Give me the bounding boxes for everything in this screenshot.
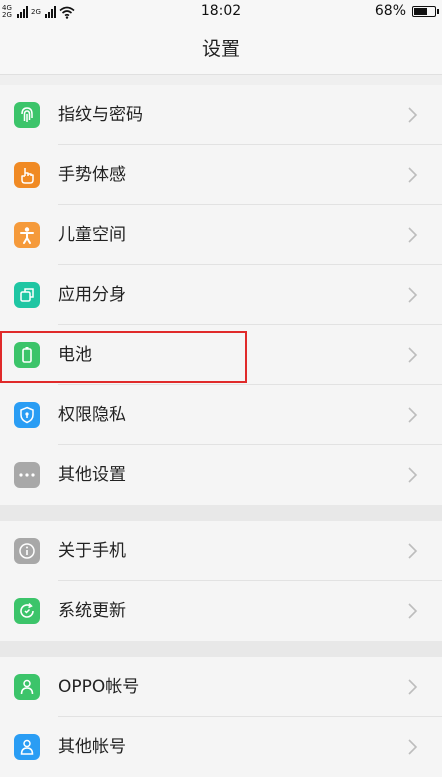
battery-status: 68% xyxy=(374,3,439,19)
app-clone-icon xyxy=(14,282,40,308)
settings-item-hand-gesture[interactable]: 手势体感 xyxy=(0,145,442,205)
more-dots-icon xyxy=(14,462,40,488)
chevron-right-icon xyxy=(406,602,418,620)
account-icon xyxy=(14,674,40,700)
chevron-right-icon xyxy=(406,226,418,244)
battery-fill xyxy=(414,7,427,15)
battery-status-icon xyxy=(412,5,439,17)
battery-percent: 68% xyxy=(374,3,406,19)
settings-item-label: 其他设置 xyxy=(58,465,126,485)
battery-icon xyxy=(14,342,40,368)
section-divider xyxy=(0,641,442,657)
section-divider xyxy=(0,505,442,521)
chevron-right-icon xyxy=(406,286,418,304)
settings-item-account[interactable]: OPPO帐号 xyxy=(0,657,442,717)
chevron-right-icon xyxy=(406,678,418,696)
settings-item-user[interactable]: 其他帐号 xyxy=(0,717,442,777)
status-bar: 4G 2G 2G 18:02 68% xyxy=(0,0,442,24)
page-title: 设置 xyxy=(0,24,442,75)
chevron-right-icon xyxy=(406,738,418,756)
settings-item-label: 其他帐号 xyxy=(58,737,126,757)
settings-item-label: 应用分身 xyxy=(58,285,126,305)
chevron-right-icon xyxy=(406,542,418,560)
chevron-right-icon xyxy=(406,346,418,364)
settings-item-fingerprint[interactable]: 指纹与密码 xyxy=(0,85,442,145)
settings-item-label: 电池 xyxy=(58,345,92,365)
system-update-icon xyxy=(14,598,40,624)
fingerprint-icon xyxy=(14,102,40,128)
settings-item-info[interactable]: 关于手机 xyxy=(0,521,442,581)
settings-item-app-clone[interactable]: 应用分身 xyxy=(0,265,442,325)
chevron-right-icon xyxy=(406,166,418,184)
chevron-right-icon xyxy=(406,106,418,124)
settings-item-label: 手势体感 xyxy=(58,165,126,185)
settings-item-child[interactable]: 儿童空间 xyxy=(0,205,442,265)
settings-item-more-dots[interactable]: 其他设置 xyxy=(0,445,442,505)
settings-list: 指纹与密码手势体感儿童空间应用分身电池权限隐私其他设置关于手机系统更新 OPPO帐… xyxy=(0,85,442,777)
settings-item-shield[interactable]: 权限隐私 xyxy=(0,385,442,445)
settings-item-label: 权限隐私 xyxy=(58,405,126,425)
settings-item-label: 关于手机 xyxy=(58,541,126,561)
child-icon xyxy=(14,222,40,248)
chevron-right-icon xyxy=(406,466,418,484)
settings-item-system-update[interactable]: 系统更新 xyxy=(0,581,442,641)
user-icon xyxy=(14,734,40,760)
settings-item-label: 指纹与密码 xyxy=(58,105,143,125)
settings-item-label: 儿童空间 xyxy=(58,225,126,245)
chevron-right-icon xyxy=(406,406,418,424)
shield-icon xyxy=(14,402,40,428)
hand-gesture-icon xyxy=(14,162,40,188)
settings-item-label: 系统更新 xyxy=(58,601,126,621)
settings-item-label: OPPO帐号 xyxy=(58,677,140,697)
settings-item-battery[interactable]: 电池 xyxy=(0,325,442,385)
info-icon xyxy=(14,538,40,564)
